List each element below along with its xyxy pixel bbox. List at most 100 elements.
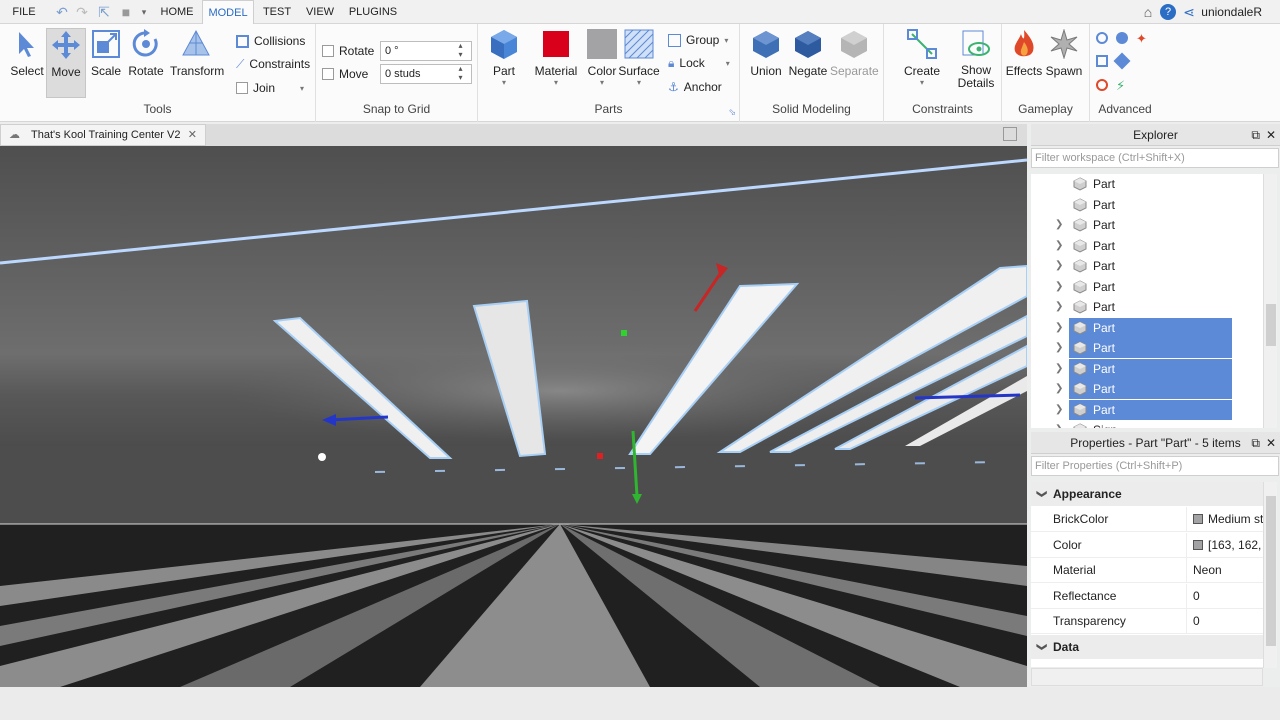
surface-button[interactable]: Surface ▾ xyxy=(618,28,660,87)
expand-icon[interactable]: ⬂ xyxy=(728,107,736,118)
property-value[interactable]: 0 xyxy=(1186,609,1263,634)
union-button[interactable]: Union xyxy=(746,28,786,78)
rotate-snap-toggle[interactable]: Rotate xyxy=(322,42,374,60)
home-icon[interactable]: ⌂ xyxy=(1140,4,1156,20)
explorer-item[interactable]: ❯ Part xyxy=(1055,338,1232,358)
explorer-item[interactable]: Part xyxy=(1031,174,1263,194)
undock-icon[interactable]: ⧉ xyxy=(1251,124,1260,146)
scrollbar-thumb[interactable] xyxy=(1266,496,1276,646)
help-icon[interactable]: ? xyxy=(1160,4,1176,20)
move-snap-checkbox[interactable] xyxy=(322,68,334,80)
join-checkbox[interactable] xyxy=(236,82,248,94)
color-button[interactable]: Color ▾ xyxy=(582,28,622,87)
tab-file[interactable]: FILE xyxy=(4,0,44,24)
expand-arrow-icon[interactable]: ❯ xyxy=(1055,256,1063,276)
weld-icon[interactable] xyxy=(1116,32,1128,44)
explorer-filter-input[interactable]: Filter workspace (Ctrl+Shift+X) xyxy=(1031,148,1279,168)
redo-icon[interactable]: ↷ xyxy=(74,4,90,20)
undo-icon[interactable]: ↶ xyxy=(54,4,70,20)
category-appearance[interactable]: Appearance xyxy=(1031,482,1263,506)
expand-arrow-icon[interactable]: ❯ xyxy=(1055,215,1063,235)
username[interactable]: uniondaleR xyxy=(1201,0,1262,24)
expand-arrow-icon[interactable]: ❯ xyxy=(1055,277,1063,297)
rotate-tool-button[interactable]: Rotate xyxy=(126,28,166,78)
effects-button[interactable]: Effects xyxy=(1004,28,1044,78)
move-snap-input[interactable]: 0 studs xyxy=(380,64,472,84)
stop-icon[interactable]: ■ xyxy=(118,4,134,20)
sound-icon[interactable] xyxy=(1096,79,1108,91)
lock-button[interactable]: 🔒︎ Lock ▾ xyxy=(668,54,730,72)
fire-small-icon[interactable]: ✦ xyxy=(1136,31,1147,47)
close-icon[interactable]: ✕ xyxy=(1266,124,1276,146)
negate-button[interactable]: Negate xyxy=(788,28,828,78)
explorer-item[interactable]: ❯ Part xyxy=(1055,379,1232,399)
explorer-item[interactable]: ❯ Part xyxy=(1031,277,1263,297)
select-tool-button[interactable]: Select xyxy=(7,28,47,78)
close-icon[interactable]: ✕ xyxy=(188,125,197,145)
property-value[interactable]: 0 xyxy=(1186,583,1263,609)
expand-arrow-icon[interactable]: ❯ xyxy=(1055,338,1063,358)
tab-model[interactable]: MODEL xyxy=(202,0,254,25)
property-row[interactable]: BrickColor Medium stone grey xyxy=(1031,507,1263,532)
properties-horizontal-scrollbar[interactable] xyxy=(1031,668,1263,686)
material-button[interactable]: Material ▾ xyxy=(534,28,578,87)
grid-icon[interactable] xyxy=(1096,55,1108,67)
quick-access-dropdown-icon[interactable]: ▾ xyxy=(136,4,152,20)
property-row[interactable]: Color [163, 162, 165] xyxy=(1031,532,1263,558)
rotate-snap-checkbox[interactable] xyxy=(322,45,334,57)
script-icon[interactable] xyxy=(1113,52,1131,70)
group-button[interactable]: Group ▾ xyxy=(668,31,728,49)
explorer-item[interactable]: ❯ Part xyxy=(1055,317,1232,338)
part-button[interactable]: Part ▾ xyxy=(484,28,524,87)
property-row[interactable]: Reflectance 0 xyxy=(1031,583,1263,609)
move-tool-button[interactable]: Move xyxy=(46,28,86,98)
explorer-item[interactable]: ❯ Part xyxy=(1031,236,1263,256)
properties-scrollbar[interactable] xyxy=(1263,482,1277,668)
rotate-snap-input[interactable]: 0 ° xyxy=(380,41,472,61)
scrollbar-thumb[interactable] xyxy=(1266,304,1276,346)
properties-filter-input[interactable]: Filter Properties (Ctrl+Shift+P) xyxy=(1031,456,1279,476)
explorer-item[interactable]: ❯ Sign xyxy=(1031,420,1263,428)
show-details-button[interactable]: Show Details xyxy=(956,28,996,90)
separate-button[interactable]: Separate xyxy=(830,28,879,78)
insert-icon[interactable]: ⇱ xyxy=(96,4,112,20)
explorer-item[interactable]: ❯ Part xyxy=(1055,358,1232,379)
spawn-button[interactable]: Spawn xyxy=(1044,28,1084,78)
explorer-item[interactable]: ❯ Part xyxy=(1031,256,1263,276)
expand-arrow-icon[interactable]: ❯ xyxy=(1055,236,1063,256)
expand-arrow-icon[interactable]: ❯ xyxy=(1055,318,1063,338)
share-icon[interactable]: ⋖ xyxy=(1181,4,1197,20)
property-value[interactable]: [163, 162, 165] xyxy=(1186,532,1263,558)
category-data[interactable]: Data xyxy=(1031,635,1263,659)
collisions-toggle[interactable]: Collisions xyxy=(236,32,305,50)
property-row[interactable]: Transparency 0 xyxy=(1031,609,1263,634)
expand-arrow-icon[interactable]: ❯ xyxy=(1055,359,1063,379)
tab-view[interactable]: VIEW xyxy=(300,0,340,24)
anchor-button[interactable]: ⚓︎ Anchor xyxy=(668,78,722,96)
explorer-scrollbar[interactable] xyxy=(1263,174,1277,428)
create-constraint-button[interactable]: Create ▾ xyxy=(902,28,942,87)
expand-arrow-icon[interactable]: ❯ xyxy=(1055,297,1063,317)
expand-arrow-icon[interactable]: ❯ xyxy=(1055,420,1063,428)
constraints-toggle[interactable]: ⟋ Constraints xyxy=(236,55,310,73)
3d-viewport[interactable] xyxy=(0,146,1027,687)
undock-icon[interactable]: ⧉ xyxy=(1251,432,1260,454)
property-value[interactable]: Neon xyxy=(1186,558,1263,583)
join-dropdown[interactable]: Join ▾ xyxy=(236,79,304,97)
expand-arrow-icon[interactable]: ❯ xyxy=(1055,400,1063,420)
close-icon[interactable]: ✕ xyxy=(1266,432,1276,454)
explorer-item[interactable]: ❯ Part xyxy=(1031,297,1263,317)
explorer-item[interactable]: ❯ Part xyxy=(1055,399,1232,420)
document-tab[interactable]: ☁︎ That's Kool Training Center V2 ✕ xyxy=(0,124,206,146)
expand-arrow-icon[interactable]: ❯ xyxy=(1055,379,1063,399)
property-row[interactable]: Material Neon xyxy=(1031,558,1263,583)
maximize-icon[interactable] xyxy=(1003,127,1017,141)
scale-tool-button[interactable]: Scale xyxy=(86,28,126,78)
tab-test[interactable]: TEST xyxy=(258,0,296,24)
lightning-icon[interactable]: ⚡︎ xyxy=(1116,78,1125,94)
property-value[interactable]: Medium stone grey xyxy=(1186,507,1263,532)
move-snap-toggle[interactable]: Move xyxy=(322,65,368,83)
tab-plugins[interactable]: PLUGINS xyxy=(344,0,402,24)
transform-tool-button[interactable]: Transform xyxy=(170,28,224,78)
tab-home[interactable]: HOME xyxy=(156,0,198,24)
